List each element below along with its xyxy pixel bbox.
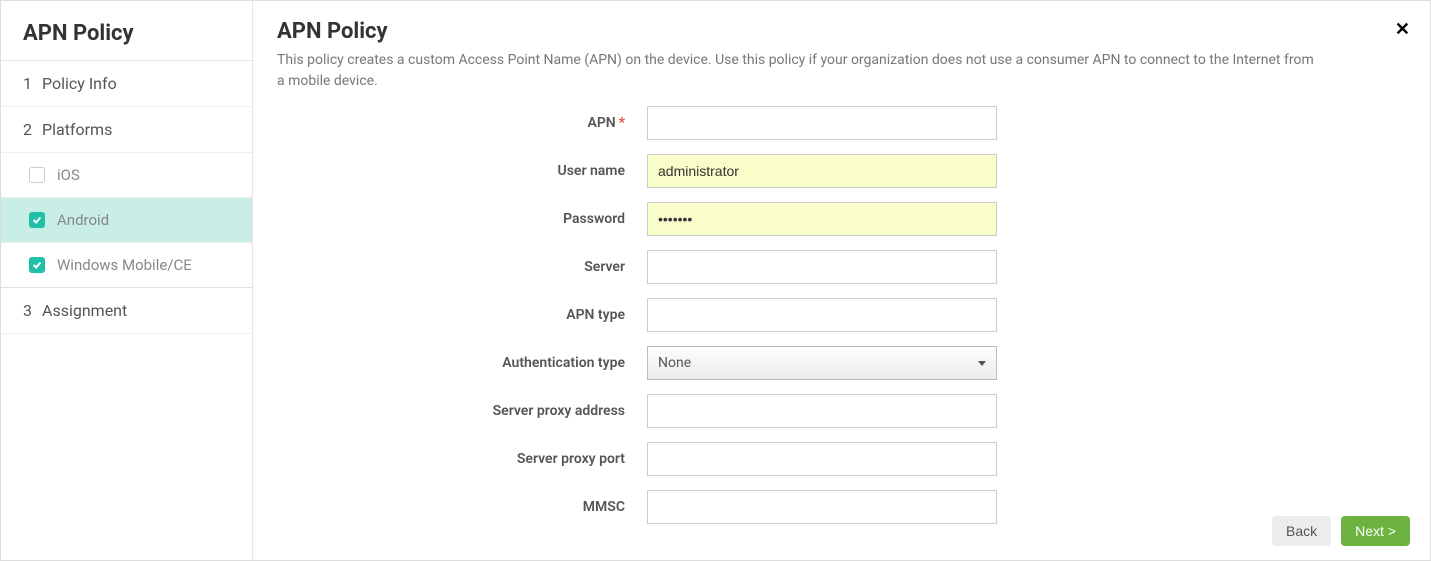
checkbox-ios-unchecked-icon[interactable]	[29, 167, 45, 183]
platform-windows-label: Windows Mobile/CE	[57, 256, 192, 274]
nav-label-platforms: Platforms	[42, 120, 112, 139]
modal-container: APN Policy 1 Policy Info 2 Platforms iOS A…	[0, 0, 1431, 561]
password-input[interactable]	[647, 202, 997, 236]
platform-android-label: Android	[57, 211, 109, 229]
apntype-input[interactable]	[647, 298, 997, 332]
label-authtype: Authentication type	[277, 355, 647, 371]
label-password: Password	[277, 211, 647, 227]
label-proxyport: Server proxy port	[277, 451, 647, 467]
proxyaddr-input[interactable]	[647, 394, 997, 428]
platform-android[interactable]: Android	[1, 198, 252, 243]
row-apn: APN*	[277, 106, 1097, 140]
label-mmsc: MMSC	[277, 499, 647, 515]
required-asterisk: *	[619, 115, 625, 131]
row-server: Server	[277, 250, 1097, 284]
label-server: Server	[277, 259, 647, 275]
row-mmsc: MMSC	[277, 490, 1097, 524]
sidebar: APN Policy 1 Policy Info 2 Platforms iOS A…	[1, 1, 253, 560]
nav-num-2: 2	[23, 120, 32, 139]
proxyport-input[interactable]	[647, 442, 997, 476]
label-proxyaddr: Server proxy address	[277, 403, 647, 419]
row-proxyport: Server proxy port	[277, 442, 1097, 476]
page-description: This policy creates a custom Access Poin…	[277, 50, 1317, 92]
platform-ios-label: iOS	[57, 166, 80, 184]
platform-windows[interactable]: Windows Mobile/CE	[1, 243, 252, 288]
footer-actions: Back Next >	[1272, 516, 1410, 546]
row-proxyaddr: Server proxy address	[277, 394, 1097, 428]
close-icon: ✕	[1395, 19, 1410, 39]
main-panel: ✕ APN Policy This policy creates a custo…	[253, 1, 1430, 560]
label-username: User name	[277, 163, 647, 179]
row-username: User name	[277, 154, 1097, 188]
nav-policy-info[interactable]: 1 Policy Info	[1, 61, 252, 107]
row-password: Password	[277, 202, 1097, 236]
nav-label-policy-info: Policy Info	[42, 74, 117, 93]
server-input[interactable]	[647, 250, 997, 284]
back-button[interactable]: Back	[1272, 516, 1331, 546]
username-input[interactable]	[647, 154, 997, 188]
caret-down-icon	[978, 361, 986, 366]
mmsc-input[interactable]	[647, 490, 997, 524]
row-apntype: APN type	[277, 298, 1097, 332]
checkbox-windows-checked-icon[interactable]	[29, 257, 45, 273]
checkbox-android-checked-icon[interactable]	[29, 212, 45, 228]
row-authtype: Authentication type None	[277, 346, 1097, 380]
page-title: APN Policy	[277, 19, 1406, 44]
form-apn-policy: APN* User name Password Server APN type	[277, 106, 1097, 524]
close-button[interactable]: ✕	[1395, 19, 1410, 40]
label-apntype: APN type	[277, 307, 647, 323]
apn-input[interactable]	[647, 106, 997, 140]
sidebar-title: APN Policy	[1, 1, 252, 61]
platform-ios[interactable]: iOS	[1, 153, 252, 198]
authtype-value: None	[658, 355, 691, 371]
nav-label-assignment: Assignment	[42, 301, 127, 320]
nav-platforms[interactable]: 2 Platforms	[1, 107, 252, 153]
nav-assignment[interactable]: 3 Assignment	[1, 288, 252, 334]
nav-num-1: 1	[23, 74, 32, 93]
next-button[interactable]: Next >	[1341, 516, 1410, 546]
authtype-select[interactable]: None	[647, 346, 997, 380]
label-apn: APN*	[277, 115, 647, 131]
nav-num-3: 3	[23, 301, 32, 320]
